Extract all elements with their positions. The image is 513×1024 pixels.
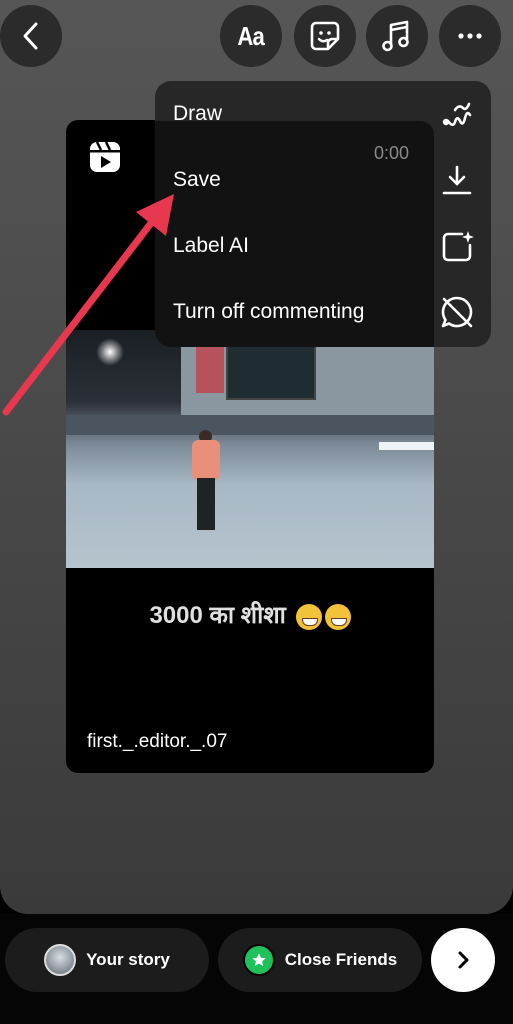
- close-friends-label: Close Friends: [284, 950, 398, 969]
- grin-emoji-icon: [295, 603, 322, 630]
- bottom-caption-text: 3000 का शीशा: [149, 602, 286, 629]
- back-button[interactable]: [0, 5, 62, 67]
- more-horizontal-icon: [458, 33, 482, 39]
- comment-off-icon: [439, 294, 475, 330]
- share-bar: Your story Close Friends: [0, 914, 513, 1024]
- text-tool-button[interactable]: Aa: [220, 5, 282, 67]
- sweat-smile-emoji-icon: [324, 603, 351, 630]
- your-story-label: Your story: [86, 950, 170, 969]
- video-frame: [66, 330, 434, 568]
- text-tool-label: Aa: [237, 20, 265, 51]
- menu-item-draw[interactable]: Draw: [155, 81, 491, 147]
- story-username: first._.editor._.07: [87, 731, 228, 752]
- next-button[interactable]: [431, 928, 495, 992]
- draw-squiggle-icon: [439, 96, 475, 132]
- music-button[interactable]: [366, 5, 428, 67]
- reels-icon: [90, 141, 120, 172]
- ai-label-icon: [439, 228, 475, 264]
- avatar: [44, 944, 77, 976]
- menu-item-label-ai[interactable]: Label AI: [155, 213, 491, 279]
- menu-item-turn-off-commenting[interactable]: Turn off commenting: [155, 279, 491, 345]
- star-icon: [242, 944, 275, 976]
- menu-item-save[interactable]: Save: [155, 147, 491, 213]
- music-note-icon: [382, 20, 409, 52]
- more-options-button[interactable]: [439, 5, 501, 67]
- more-options-menu: 0:00 Draw Save Label AI Turn off comment…: [155, 81, 491, 347]
- sticker-icon: [310, 21, 340, 51]
- close-friends-button[interactable]: Close Friends: [218, 928, 422, 992]
- menu-item-label: Save: [173, 168, 221, 191]
- chevron-right-icon: [458, 951, 469, 969]
- story-bottom-caption: 3000 का शीशा: [66, 598, 434, 631]
- menu-item-label: Turn off commenting: [173, 300, 365, 323]
- download-icon: [439, 162, 475, 198]
- menu-item-label: Label AI: [173, 234, 249, 257]
- sticker-button[interactable]: [294, 5, 356, 67]
- chevron-left-icon: [23, 22, 38, 50]
- menu-item-label: Draw: [173, 102, 223, 125]
- your-story-button[interactable]: Your story: [5, 928, 209, 992]
